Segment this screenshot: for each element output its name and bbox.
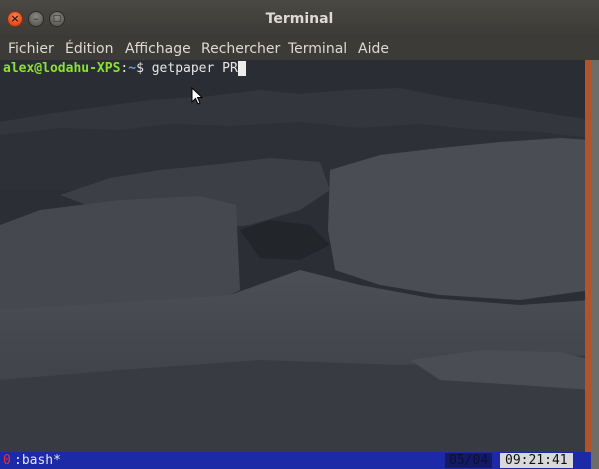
title-bar[interactable]: × – □ Terminal xyxy=(0,0,599,38)
mouse-pointer-icon xyxy=(191,87,203,105)
background-strip xyxy=(591,60,599,469)
menu-rechercher[interactable]: Rechercher xyxy=(201,41,280,57)
prompt-path: ~ xyxy=(128,61,137,76)
prompt-user: alex@lodahu-XPS xyxy=(3,61,121,76)
menu-affichage[interactable]: Affichage xyxy=(125,41,191,57)
text-cursor xyxy=(237,61,246,76)
wallpaper-background xyxy=(0,60,591,452)
prompt-line: alex@lodahu-XPS:~$ getpaper PR xyxy=(3,61,246,77)
command-input[interactable]: getpaper PR xyxy=(152,61,238,76)
menu-bar: Fichier Édition Affichage Rechercher Ter… xyxy=(0,38,599,60)
tmux-status-bar: 0 :bash* 05/04 09:21:41 xyxy=(0,452,591,469)
menu-fichier[interactable]: Fichier xyxy=(8,41,54,57)
prompt-symbol: $ xyxy=(136,61,152,76)
tmux-window-index: 0 xyxy=(3,453,11,468)
terminal-area[interactable]: alex@lodahu-XPS:~$ getpaper PR xyxy=(0,60,591,452)
window-title: Terminal xyxy=(265,11,334,27)
tmux-window-name: :bash* xyxy=(14,453,61,468)
tmux-date: 05/04 xyxy=(445,453,493,468)
menu-edition[interactable]: Édition xyxy=(65,41,113,57)
menu-aide[interactable]: Aide xyxy=(358,41,389,57)
tmux-time: 09:21:41 xyxy=(500,453,573,468)
menu-terminal[interactable]: Terminal xyxy=(288,41,347,57)
